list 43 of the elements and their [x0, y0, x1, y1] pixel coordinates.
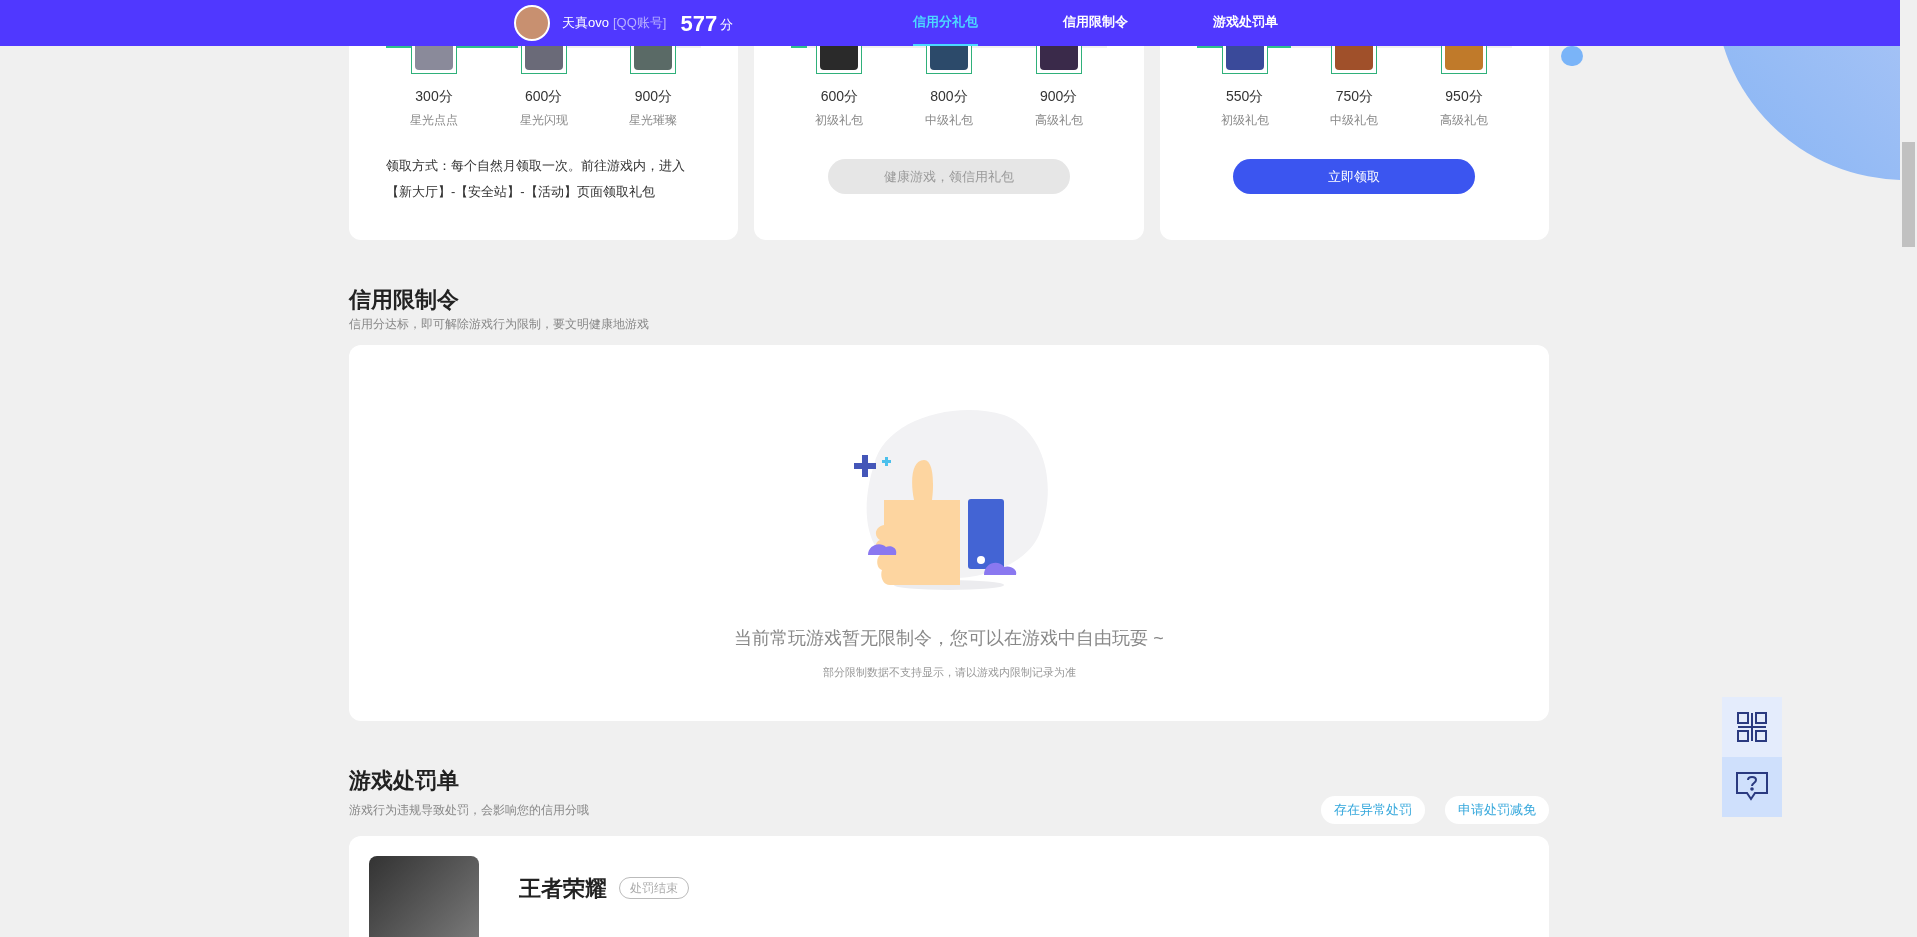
tier-score: 900分: [1039, 87, 1078, 106]
scrollbar-thumb[interactable]: [1902, 142, 1915, 247]
claim-button: 健康游戏，领信用礼包: [828, 159, 1070, 194]
tier-score: 900分: [634, 87, 672, 106]
claim-button[interactable]: 立即领取: [1233, 159, 1476, 194]
nav-tab[interactable]: 信用限制令: [1063, 0, 1129, 46]
tier-name: 高级礼包: [1034, 112, 1083, 129]
claim-instructions: 领取方式：每个自然月领取一次。前往游戏内，进入【新大厅】-【安全站】-【活动】页面领取礼包: [386, 157, 686, 201]
help-button[interactable]: [1722, 757, 1782, 817]
tier-name: 星光璀璨: [629, 112, 678, 129]
tier-name: 星光闪现: [519, 112, 568, 129]
nav-tab[interactable]: 信用分礼包: [913, 0, 979, 46]
tier-score: 600分: [524, 87, 563, 106]
tier-name: 星光点点: [410, 112, 458, 129]
tier-score: 800分: [930, 87, 968, 106]
account-type: [QQ账号]: [612, 14, 667, 33]
tier-name: 初级礼包: [815, 112, 864, 129]
empty-message: 当前常玩游戏暂无限制令，您可以在游戏中自由玩耍 ~: [734, 627, 1164, 650]
help-chat-icon: [1735, 771, 1769, 803]
tier-name: 高级礼包: [1440, 112, 1488, 129]
nav-tab[interactable]: 游戏处罚单: [1213, 0, 1279, 46]
tier-name: 初级礼包: [1220, 112, 1269, 129]
tier-score: 750分: [1335, 87, 1373, 106]
empty-note: 部分限制数据不支持显示，请以游戏内限制记录为准: [822, 665, 1076, 680]
section-title: 游戏处罚单: [349, 767, 460, 795]
qr-code-button[interactable]: [1722, 697, 1782, 757]
section-title: 信用限制令: [349, 286, 460, 314]
tier-name: 中级礼包: [925, 112, 973, 129]
action-button[interactable]: 存在异常处罚: [1321, 796, 1425, 824]
tier-score: 950分: [1445, 87, 1483, 106]
tier-score: 550分: [1225, 87, 1264, 106]
score-unit: 分: [720, 16, 734, 35]
tier-score: 300分: [415, 87, 453, 106]
qr-code-icon: [1736, 711, 1768, 743]
section-subtitle: 信用分达标，即可解除游戏行为限制，要文明健康地游戏: [349, 316, 650, 333]
section-subtitle: 游戏行为违规导致处罚，会影响您的信用分哦: [349, 802, 589, 819]
tier-name: 中级礼包: [1330, 112, 1379, 129]
game-title: 王者荣耀: [519, 874, 607, 903]
credit-score: 577: [680, 9, 718, 38]
user-name: 天真ovo: [562, 14, 609, 33]
action-button[interactable]: 申请处罚减免: [1445, 796, 1549, 824]
user-avatar: [514, 5, 550, 41]
tier-score: 600分: [820, 87, 858, 106]
